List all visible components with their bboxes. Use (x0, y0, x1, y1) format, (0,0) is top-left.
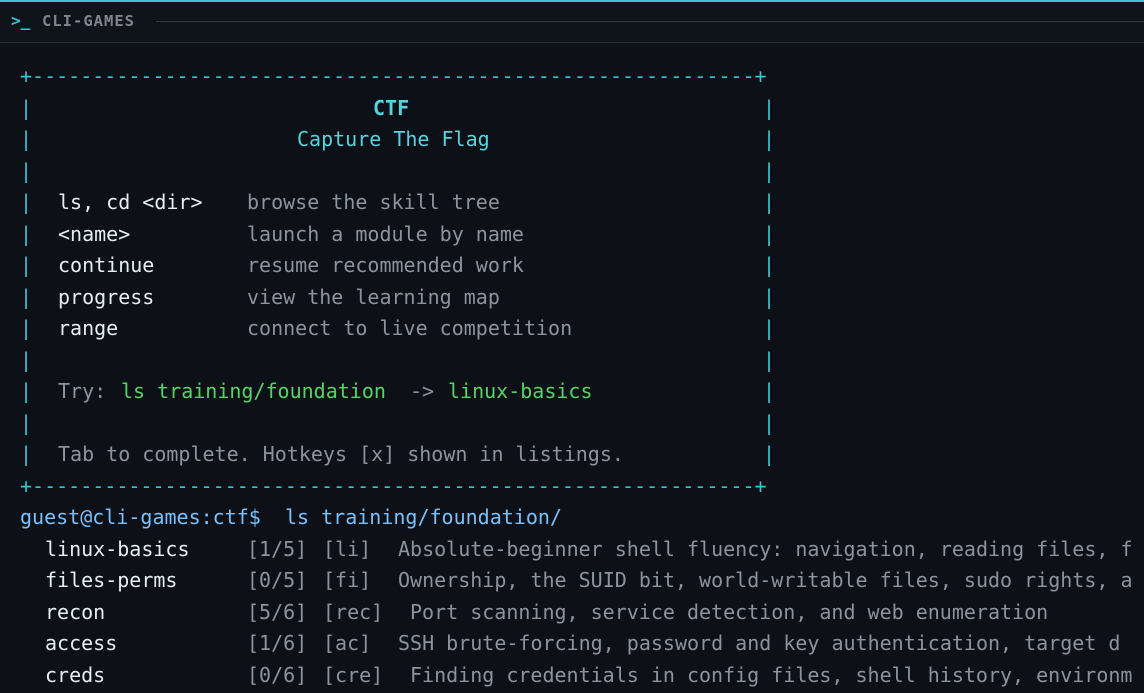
banner-border-bottom: +---------------------------------------… (20, 474, 767, 498)
banner-pipe-right: | (763, 316, 776, 340)
banner-pipe-right: | (763, 159, 776, 183)
help-command: ls, cd <dir> (58, 190, 203, 214)
banner-pipe-left: | (20, 222, 33, 246)
module-description: SSH brute-forcing, password and key auth… (398, 631, 1121, 655)
terminal-output[interactable]: +---------------------------------------… (0, 44, 1144, 693)
module-description: Ownership, the SUID bit, world-writable … (398, 568, 1133, 592)
banner-pipe-left: | (20, 411, 33, 435)
title-bar: >_ CLI-GAMES (0, 2, 1144, 43)
module-description: Absolute-beginner shell fluency: navigat… (398, 537, 1133, 561)
try-target: linux-basics (448, 379, 593, 403)
module-progress: [0/6] (247, 663, 308, 687)
banner-pipe-left: | (20, 316, 33, 340)
banner-pipe-left: | (20, 285, 33, 309)
window-title: CLI-GAMES (42, 12, 135, 30)
banner-subheading: Capture The Flag (297, 127, 490, 151)
banner-pipe-left: | (20, 348, 33, 372)
module-progress: [5/6] (247, 600, 308, 624)
module-progress: [1/6] (247, 631, 308, 655)
banner-heading: CTF (373, 96, 410, 120)
help-command: continue (58, 253, 155, 277)
banner-pipe-right: | (763, 222, 776, 246)
banner-pipe-right: | (763, 253, 776, 277)
hint-text: Tab to complete. Hotkeys [x] shown in li… (58, 442, 624, 466)
banner-pipe-left: | (20, 96, 33, 120)
module-hotkey: [fi] (323, 568, 372, 592)
prompt-user-host: guest@cli-games:ctf$ (20, 505, 261, 529)
banner-pipe-left: | (20, 127, 33, 151)
module-name[interactable]: files-perms (45, 568, 177, 592)
module-name[interactable]: recon (45, 600, 105, 624)
banner-pipe-right: | (763, 190, 776, 214)
banner-pipe-left: | (20, 253, 33, 277)
module-progress: [1/5] (247, 537, 308, 561)
module-description: Port scanning, service detection, and we… (410, 600, 1049, 624)
module-hotkey: [li] (323, 537, 372, 561)
help-description: view the learning map (247, 285, 500, 309)
help-command: range (58, 316, 119, 340)
terminal-prompt-icon: >_ (11, 11, 31, 30)
banner-pipe-left: | (20, 379, 33, 403)
module-hotkey: [ac] (323, 631, 372, 655)
help-command: <name> (58, 222, 131, 246)
banner-border-top: +---------------------------------------… (20, 64, 767, 88)
banner-pipe-left: | (20, 190, 33, 214)
banner-pipe-right: | (763, 348, 776, 372)
try-arrow: -> (410, 379, 435, 403)
help-description: resume recommended work (247, 253, 524, 277)
banner-pipe-left: | (20, 159, 33, 183)
module-hotkey: [cre] (323, 663, 384, 687)
module-name[interactable]: linux-basics (45, 537, 190, 561)
module-name[interactable]: access (45, 631, 117, 655)
module-description: Finding credentials in config files, she… (410, 663, 1133, 687)
banner-pipe-right: | (763, 285, 776, 309)
help-description: connect to live competition (247, 316, 573, 340)
banner-pipe-right: | (763, 96, 776, 120)
banner-pipe-right: | (763, 127, 776, 151)
banner-pipe-left: | (20, 442, 33, 466)
module-hotkey: [rec] (323, 600, 384, 624)
help-command: progress (58, 285, 155, 309)
module-name[interactable]: creds (45, 663, 105, 687)
help-description: browse the skill tree (247, 190, 500, 214)
banner-pipe-right: | (763, 379, 776, 403)
try-label: Try: (58, 379, 107, 403)
banner-pipe-right: | (763, 442, 776, 466)
module-progress: [0/5] (247, 568, 308, 592)
try-command: ls training/foundation (121, 379, 386, 403)
title-divider (156, 21, 1144, 22)
banner-pipe-right: | (763, 411, 776, 435)
prompt-command: ls training/foundation/ (285, 505, 562, 529)
help-description: launch a module by name (247, 222, 524, 246)
